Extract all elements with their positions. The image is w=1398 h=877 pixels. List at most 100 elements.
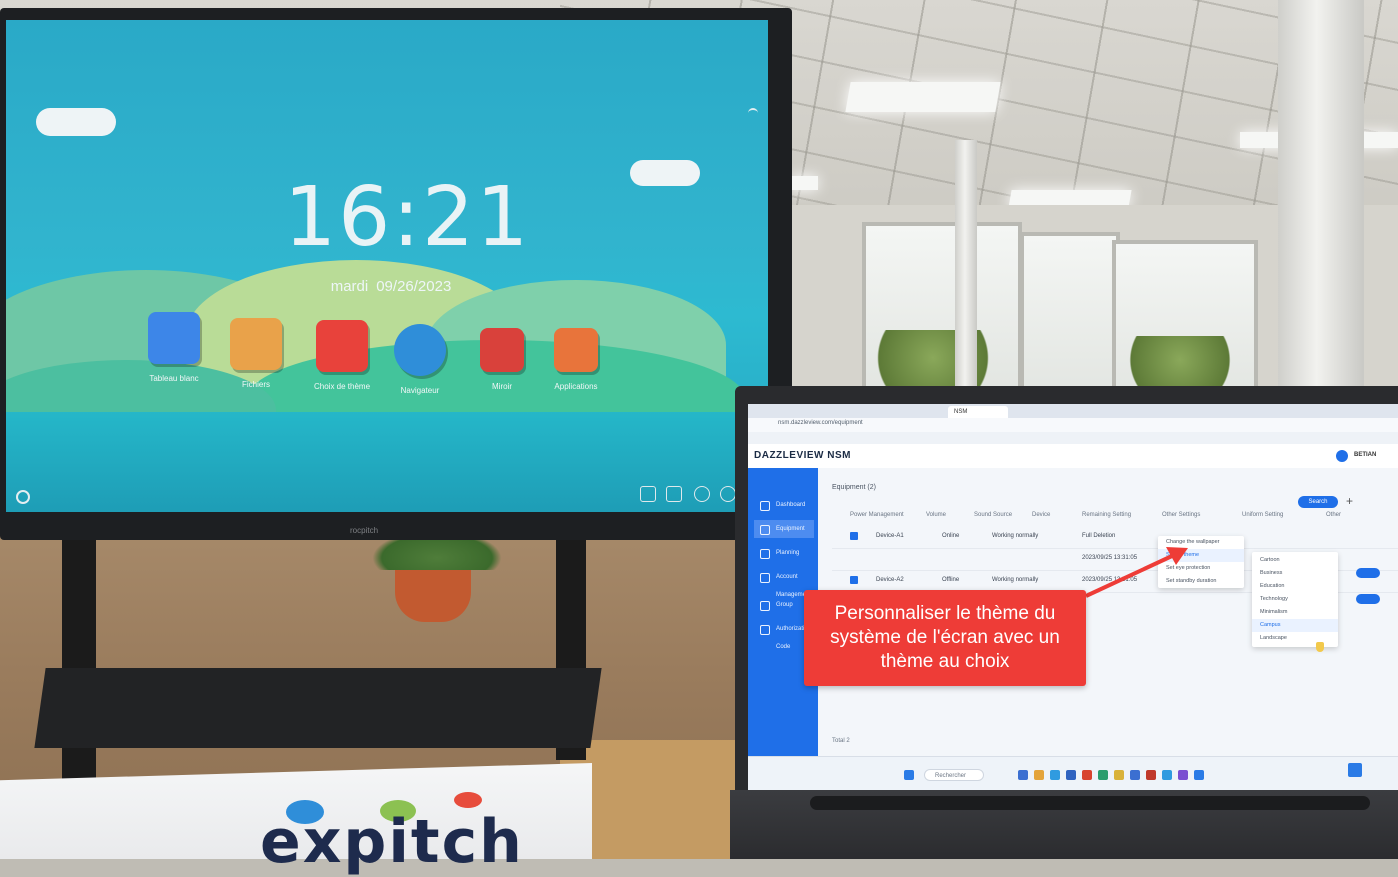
column-header[interactable]: Volume: [926, 512, 946, 518]
sidebar-item-dashboard[interactable]: Dashboard: [754, 496, 814, 514]
cell: Working normally: [992, 577, 1039, 583]
wifi-icon: [748, 108, 758, 118]
search-button[interactable]: Search: [1298, 496, 1338, 508]
menu-item[interactable]: Cartoon: [1252, 554, 1338, 567]
start-icon[interactable]: [904, 770, 914, 780]
column-header[interactable]: Uniform Setting: [1242, 512, 1283, 518]
taskbar-app-icon[interactable]: [1130, 770, 1140, 780]
row-action-button[interactable]: [1356, 568, 1380, 578]
screen-mirror-icon: [480, 328, 524, 372]
taskbar-app-icon[interactable]: [1162, 770, 1172, 780]
sidebar-label: Dashboard: [776, 502, 806, 508]
laptop-hinge: [810, 796, 1370, 810]
taskbar-app-icon[interactable]: [1146, 770, 1156, 780]
column-header[interactable]: Sound Source: [974, 512, 1012, 518]
app-theme[interactable]: Choix de thème: [302, 320, 382, 391]
breadcrumb: Equipment (2): [832, 484, 876, 491]
sidebar-item-account[interactable]: Account Management: [754, 568, 814, 598]
date-value: 09/26/2023: [376, 278, 452, 295]
taskbar-app-icon[interactable]: [1114, 770, 1124, 780]
annotation-callout: Personnaliser le thème du système de l'é…: [804, 590, 1086, 686]
calendar-icon: [760, 549, 770, 559]
menu-item[interactable]: Minimalism: [1252, 606, 1338, 619]
menu-item[interactable]: Education: [1252, 580, 1338, 593]
clock-time: 16:21: [284, 170, 531, 265]
avatar[interactable]: [1336, 450, 1348, 462]
taskbar-app-icon[interactable]: [1034, 770, 1044, 780]
app-applications[interactable]: Applications: [536, 328, 616, 391]
gallery-icon[interactable]: [640, 486, 656, 502]
column-header[interactable]: Other: [1326, 512, 1341, 518]
taskbar-search[interactable]: Rechercher: [924, 769, 984, 781]
app-mirror[interactable]: Miroir: [462, 328, 542, 391]
row-checkbox[interactable]: [850, 576, 858, 584]
office-pillar: [1278, 0, 1364, 400]
taskbar-app-icon[interactable]: [1082, 770, 1092, 780]
cell: 2023/09/25 13:31:05: [1082, 555, 1138, 561]
menu-item[interactable]: Set eye protection: [1158, 562, 1244, 575]
app-whiteboard[interactable]: Tableau blanc: [134, 312, 214, 383]
taskbar-app-icon[interactable]: [1178, 770, 1188, 780]
column-header[interactable]: Device: [1032, 512, 1050, 518]
power-icon[interactable]: [720, 486, 736, 502]
cloud: [630, 160, 700, 186]
column-header[interactable]: Other Settings: [1162, 512, 1200, 518]
taskbar-app-icon[interactable]: [1098, 770, 1108, 780]
brightness-icon[interactable]: [16, 490, 30, 504]
footer-count: Total 2: [832, 738, 850, 744]
taskbar-app-icon[interactable]: [1066, 770, 1076, 780]
app-label: Choix de thème: [313, 382, 371, 391]
menu-item[interactable]: Switch theme: [1158, 549, 1244, 562]
folder-icon: [760, 601, 770, 611]
display-home-screen: 16:21 mardi 09/26/2023 Tableau blanc Fich…: [6, 20, 768, 512]
settings-icon[interactable]: [694, 486, 710, 502]
sidebar-label: Equipment: [776, 526, 805, 532]
ceiling-light: [845, 82, 1001, 112]
column-header[interactable]: Remaining Setting: [1082, 512, 1131, 518]
taskbar-app-icon[interactable]: [1018, 770, 1028, 780]
menu-item[interactable]: Change the wallpaper: [1158, 536, 1244, 549]
equipment-icon: [760, 525, 770, 535]
other-settings-menu: Change the wallpaper Switch theme Set ey…: [1158, 536, 1244, 588]
user-icon: [760, 573, 770, 583]
app-label: Navigateur: [400, 386, 440, 395]
logo-dot-red: [454, 792, 482, 808]
screenshot-icon[interactable]: [666, 486, 682, 502]
sidebar-label: Planning: [776, 550, 800, 556]
menu-item[interactable]: Business: [1252, 567, 1338, 580]
app-label: Miroir: [492, 382, 512, 391]
notification-icon[interactable]: [1348, 763, 1362, 777]
column-header[interactable]: Power Management: [850, 512, 904, 518]
app-header: DAZZLEVIEW NSM BETIAN: [748, 444, 1398, 469]
sidebar-item-equipment[interactable]: Equipment: [754, 520, 814, 538]
theme-menu: Cartoon Business Education Technology Mi…: [1252, 552, 1338, 647]
menu-item[interactable]: Technology: [1252, 593, 1338, 606]
cell: Device-A2: [876, 577, 904, 583]
cloud: [36, 108, 116, 136]
row-action-button[interactable]: [1356, 594, 1380, 604]
hand-cursor-icon: [1316, 642, 1324, 652]
app-label: Tableau blanc: [149, 374, 199, 383]
app-browser[interactable]: Navigateur: [380, 324, 460, 395]
dashboard-icon: [760, 501, 770, 511]
url-text: nsm.dazzleview.com/equipment: [778, 420, 863, 426]
menu-item[interactable]: Set standby duration: [1158, 575, 1244, 588]
browser-tab-bar: NSM: [748, 404, 1398, 418]
cell: Full Deletion: [1082, 533, 1116, 539]
menu-item[interactable]: Landscape: [1252, 632, 1338, 645]
menu-item-selected[interactable]: Campus: [1252, 619, 1338, 632]
add-icon[interactable]: +: [1346, 494, 1353, 508]
app-files[interactable]: Fichiers: [216, 318, 296, 389]
cell: Offline: [942, 577, 960, 583]
browser-address-bar[interactable]: nsm.dazzleview.com/equipment: [748, 418, 1398, 433]
row-checkbox[interactable]: [850, 532, 858, 540]
browser-tab[interactable]: NSM: [948, 406, 1008, 418]
taskbar-app-icon[interactable]: [1194, 770, 1204, 780]
taskbar-app-icon[interactable]: [1050, 770, 1060, 780]
callout-text: Personnaliser le thème du système de l'é…: [830, 603, 1060, 672]
table-header: Power Management Volume Sound Source Dev…: [832, 508, 1398, 526]
sidebar-item-planning[interactable]: Planning: [754, 544, 814, 562]
user-name: BETIAN: [1354, 452, 1377, 458]
table-row[interactable]: Device-A1 Online Working normally Full D…: [832, 526, 1398, 549]
app-logo: DAZZLEVIEW NSM: [754, 450, 851, 461]
